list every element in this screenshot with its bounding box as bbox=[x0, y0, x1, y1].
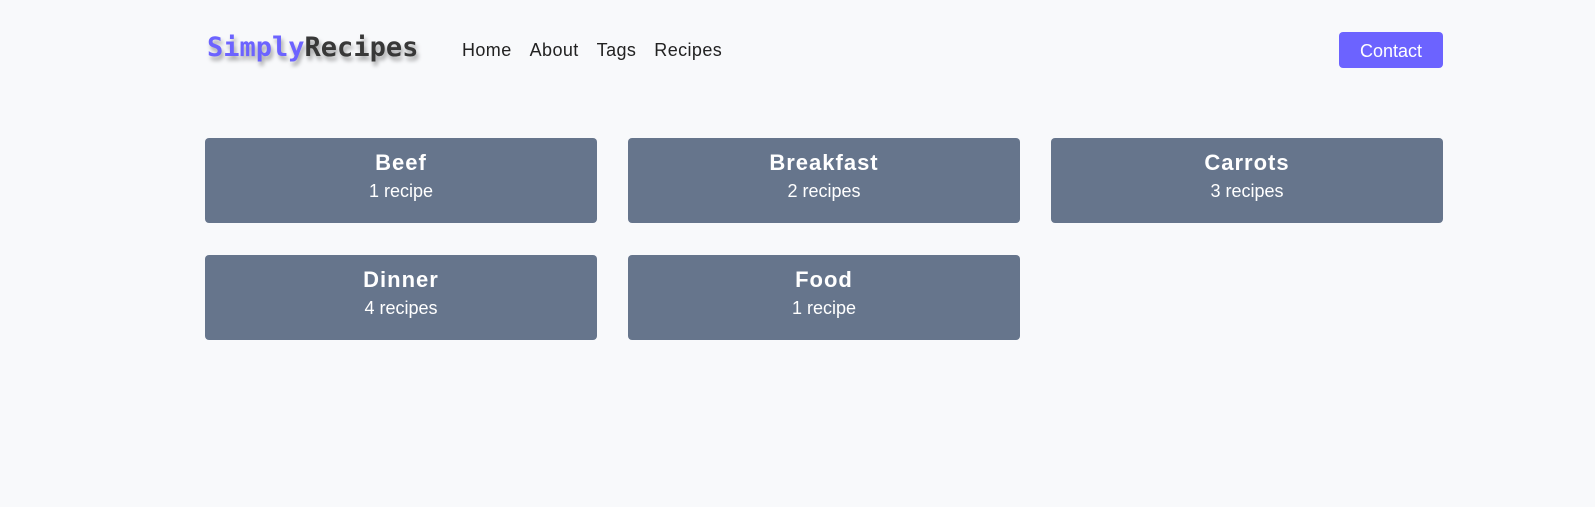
tag-card-food[interactable]: Food 1 recipe bbox=[628, 255, 1020, 340]
tag-recipe-count: 1 recipe bbox=[368, 181, 434, 201]
navbar: SimplyRecipes Home About Tags Recipes Co… bbox=[205, 31, 1443, 69]
tag-recipe-count: 2 recipes bbox=[787, 181, 861, 201]
tag-recipe-count: 3 recipes bbox=[1210, 181, 1284, 201]
logo-text-recipes: Recipes bbox=[304, 32, 419, 63]
nav-link-about[interactable]: About bbox=[530, 38, 579, 62]
contact-button[interactable]: Contact bbox=[1339, 32, 1443, 68]
nav-link-tags[interactable]: Tags bbox=[597, 38, 637, 62]
site-logo[interactable]: SimplyRecipes bbox=[207, 31, 418, 65]
nav-links: Home About Tags Recipes bbox=[462, 38, 740, 62]
tag-card-breakfast[interactable]: Breakfast 2 recipes bbox=[628, 138, 1020, 223]
nav-link-recipes[interactable]: Recipes bbox=[654, 38, 722, 62]
tag-card-dinner[interactable]: Dinner 4 recipes bbox=[205, 255, 597, 340]
tag-name: Breakfast bbox=[769, 150, 879, 175]
tag-name: Carrots bbox=[1204, 150, 1290, 175]
tag-name: Beef bbox=[375, 150, 427, 175]
logo-text-simply: Simply bbox=[207, 32, 305, 63]
tag-card-beef[interactable]: Beef 1 recipe bbox=[205, 138, 597, 223]
tags-grid: Beef 1 recipe Breakfast 2 recipes Carrot… bbox=[205, 138, 1443, 340]
tag-card-carrots[interactable]: Carrots 3 recipes bbox=[1051, 138, 1443, 223]
tag-name: Food bbox=[795, 267, 853, 292]
tag-recipe-count: 1 recipe bbox=[791, 298, 857, 318]
tag-recipe-count: 4 recipes bbox=[364, 298, 438, 318]
nav-link-home[interactable]: Home bbox=[462, 38, 512, 62]
tag-name: Dinner bbox=[363, 267, 439, 292]
